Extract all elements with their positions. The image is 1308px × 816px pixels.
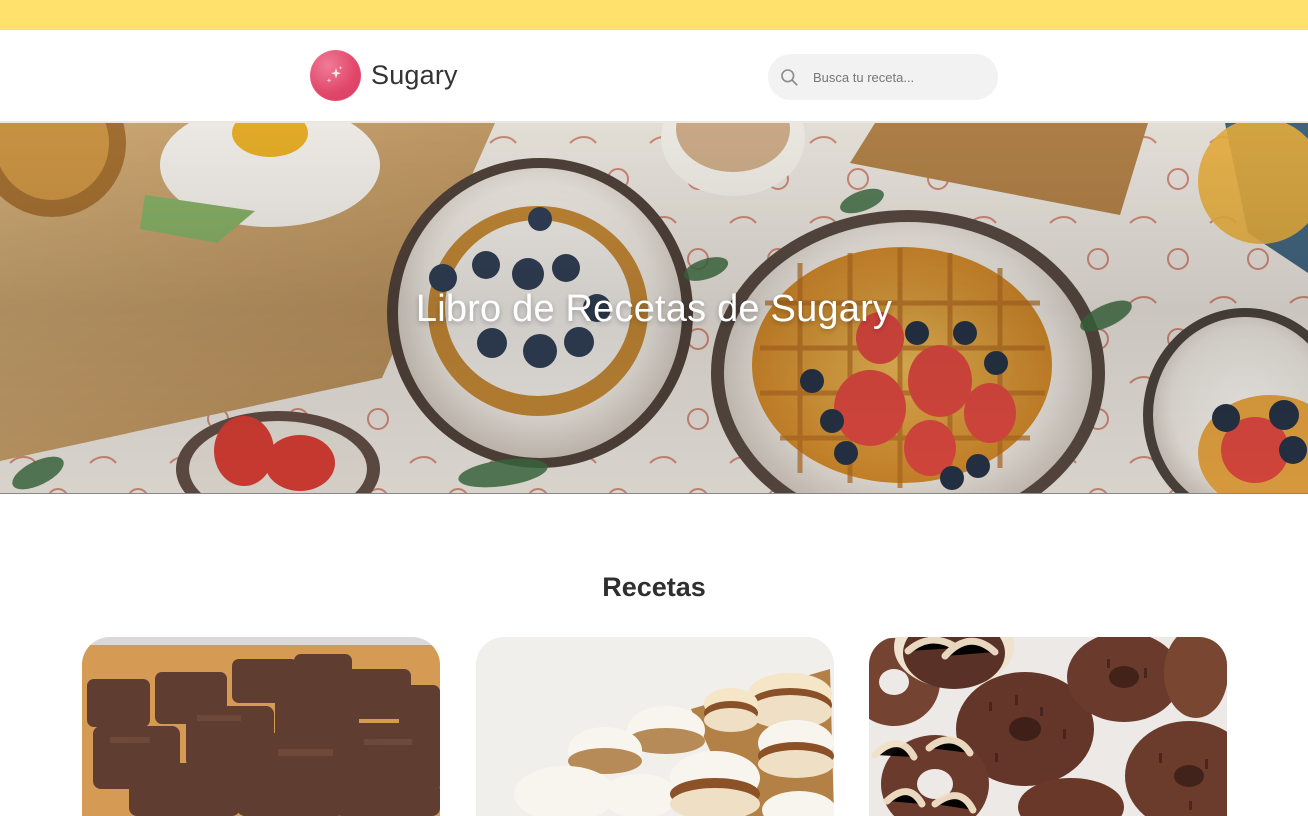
search-input[interactable] (811, 58, 990, 96)
recipe-card-donuts[interactable] (869, 637, 1227, 816)
recipe-card-alfajores[interactable] (476, 637, 834, 816)
sparkles-icon (326, 65, 342, 83)
logo-badge (310, 50, 361, 101)
hero-title: Libro de Recetas de Sugary (415, 288, 893, 330)
donut-image (869, 637, 1227, 816)
recipes-section-title: Recetas (602, 572, 706, 602)
recipe-card-brownies[interactable] (82, 637, 440, 816)
logo-link[interactable]: Sugary (310, 50, 458, 101)
hero-banner: Libro de Recetas de Sugary (0, 122, 1308, 494)
alfajor-image (476, 637, 834, 816)
search-icon (779, 67, 799, 87)
top-announcement-strip (0, 0, 1308, 30)
search-box (768, 54, 998, 100)
brownie-image (82, 637, 440, 816)
site-header: Sugary (0, 30, 1308, 122)
site-name: Sugary (371, 60, 458, 90)
